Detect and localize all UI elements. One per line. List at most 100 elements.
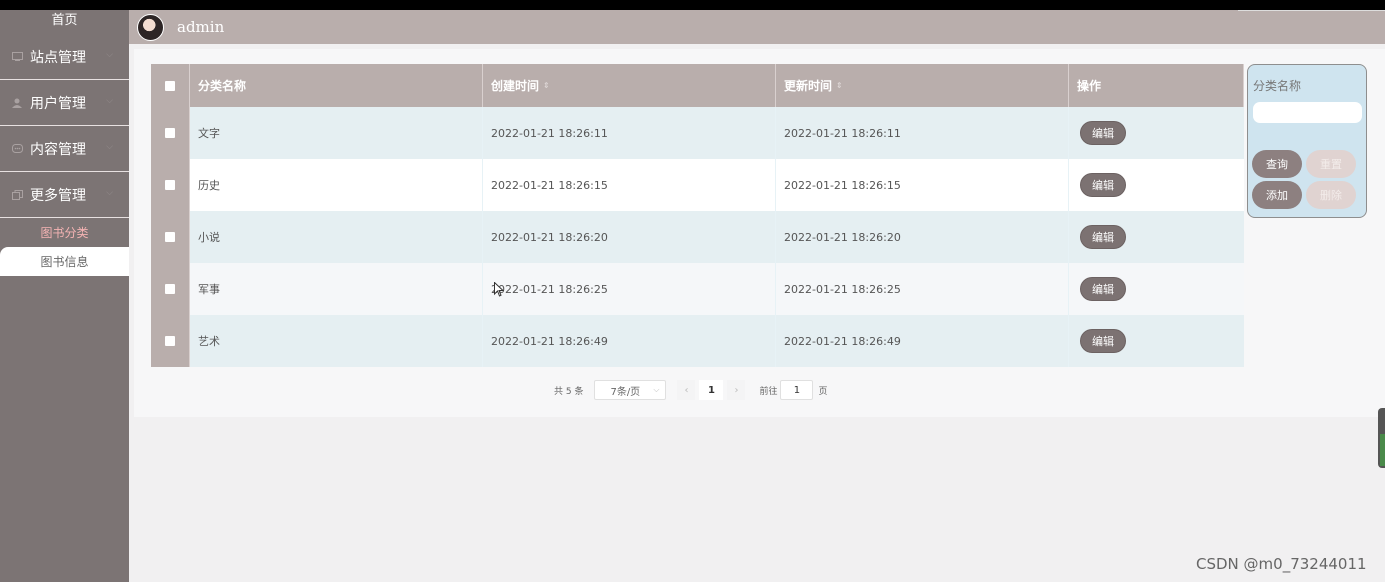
table-row: 艺术 2022-01-21 18:26:49 2022-01-21 18:26:… xyxy=(151,315,1244,367)
category-table: 分类名称 创建时间 ⇕ 更新时间 ⇕ 操作 文字 2022-01-21 18:26:… xyxy=(151,64,1244,367)
table-row: 小说 2022-01-21 18:26:20 2022-01-21 18:26:… xyxy=(151,211,1244,263)
sidebar-home[interactable]: 首页 xyxy=(0,10,129,34)
cell-name: 小说 xyxy=(190,211,483,263)
cell-name: 艺术 xyxy=(190,315,483,367)
cell-updated: 2022-01-21 18:26:11 xyxy=(776,107,1069,159)
delete-button[interactable]: 删除 xyxy=(1306,181,1356,209)
table-row: 历史 2022-01-21 18:26:15 2022-01-21 18:26:… xyxy=(151,159,1244,211)
edit-button[interactable]: 编辑 xyxy=(1080,329,1126,353)
cell-name: 军事 xyxy=(190,263,483,315)
reset-button[interactable]: 重置 xyxy=(1306,150,1356,178)
cell-created: 2022-01-21 18:26:25 xyxy=(483,263,776,315)
page-size-value: 7条/页 xyxy=(610,386,641,398)
chevron-down-icon: ⌵ xyxy=(106,50,113,60)
query-button[interactable]: 查询 xyxy=(1252,150,1302,178)
chevron-down-icon: ⌵ xyxy=(106,96,113,106)
main-content: 分类名称 创建时间 ⇕ 更新时间 ⇕ 操作 文字 2022-01-21 18:26:… xyxy=(134,49,1385,417)
avatar[interactable] xyxy=(137,13,164,41)
chevron-down-icon: ⌵ xyxy=(653,385,660,394)
row-checkbox-cell xyxy=(151,211,190,263)
top-header: admin xyxy=(129,10,1385,44)
cell-updated: 2022-01-21 18:26:25 xyxy=(776,263,1069,315)
cell-actions: 编辑 xyxy=(1069,211,1244,263)
cell-actions: 编辑 xyxy=(1069,263,1244,315)
sidebar-item-label: 更多管理 xyxy=(30,187,86,204)
next-page-button[interactable]: › xyxy=(727,380,746,400)
message-icon xyxy=(10,142,24,156)
sidebar-item-user-management[interactable]: 用户管理 ⌵ xyxy=(0,80,129,126)
column-header-updated[interactable]: 更新时间 ⇕ xyxy=(776,64,1069,107)
watermark: CSDN @m0_73244011 xyxy=(1196,555,1367,573)
user-icon xyxy=(10,96,24,110)
row-checkbox[interactable] xyxy=(165,232,175,242)
column-header-label: 操作 xyxy=(1077,79,1102,93)
divider xyxy=(1238,10,1385,11)
cell-name: 文字 xyxy=(190,107,483,159)
row-checkbox-cell xyxy=(151,315,190,367)
column-header-created[interactable]: 创建时间 ⇕ xyxy=(483,64,776,107)
row-checkbox[interactable] xyxy=(165,180,175,190)
mouse-cursor-icon xyxy=(494,281,505,301)
goto-page-input[interactable]: 1 xyxy=(780,380,814,400)
cell-created: 2022-01-21 18:26:15 xyxy=(483,159,776,211)
sidebar-subitem-book-info[interactable]: 图书信息 xyxy=(0,247,129,276)
goto-suffix: 页 xyxy=(818,386,828,397)
column-header-name: 分类名称 xyxy=(190,64,483,107)
sidebar-item-label: 站点管理 xyxy=(30,49,86,66)
sidebar-item-site-management[interactable]: 站点管理 ⌵ xyxy=(0,34,129,80)
pagination: 共 5 条 7条/页 ⌵ ‹ 1 › 前往 1 页 xyxy=(554,380,827,400)
table-row: 军事 2022-01-21 18:26:25 2022-01-21 18:26:… xyxy=(151,263,1244,315)
edit-button[interactable]: 编辑 xyxy=(1080,225,1126,249)
row-checkbox[interactable] xyxy=(165,284,175,294)
cell-actions: 编辑 xyxy=(1069,159,1244,211)
chevron-down-icon: ⌵ xyxy=(106,142,113,152)
sidebar: 首页 站点管理 ⌵ 用户管理 ⌵ 内容管理 ⌵ 更多管理 ⌵ 图书分类 图书信息 xyxy=(0,10,129,582)
cell-actions: 编辑 xyxy=(1069,107,1244,159)
edit-button[interactable]: 编辑 xyxy=(1080,277,1126,301)
row-checkbox-cell xyxy=(151,107,190,159)
username[interactable]: admin xyxy=(177,18,224,36)
monitor-icon xyxy=(10,50,24,64)
sidebar-item-more-management[interactable]: 更多管理 ⌵ xyxy=(0,172,129,218)
category-name-input[interactable] xyxy=(1253,102,1362,123)
table-header-row: 分类名称 创建时间 ⇕ 更新时间 ⇕ 操作 xyxy=(151,64,1244,107)
goto-label: 前往 xyxy=(759,386,778,397)
prev-page-button[interactable]: ‹ xyxy=(677,380,696,400)
cell-updated: 2022-01-21 18:26:15 xyxy=(776,159,1069,211)
search-label: 分类名称 xyxy=(1253,79,1302,93)
select-all-cell xyxy=(151,64,190,107)
page-size-select[interactable]: 7条/页 ⌵ xyxy=(594,380,667,400)
select-all-checkbox[interactable] xyxy=(165,80,175,91)
chevron-up-icon: ⌵ xyxy=(106,188,113,198)
row-checkbox[interactable] xyxy=(165,128,175,138)
sidebar-item-label: 用户管理 xyxy=(30,95,86,112)
current-page-number[interactable]: 1 xyxy=(699,380,724,400)
row-checkbox-cell xyxy=(151,159,190,211)
search-panel: 分类名称 查询 重置 添加 删除 xyxy=(1247,64,1367,218)
cell-actions: 编辑 xyxy=(1069,315,1244,367)
sort-icon[interactable]: ⇕ xyxy=(836,81,843,90)
window-top-bar xyxy=(0,0,1385,10)
pagination-total: 共 5 条 xyxy=(554,386,584,397)
cell-created: 2022-01-21 18:26:20 xyxy=(483,211,776,263)
edit-button[interactable]: 编辑 xyxy=(1080,173,1126,197)
sort-icon[interactable]: ⇕ xyxy=(543,81,550,90)
copy-icon xyxy=(10,188,24,202)
cell-created: 2022-01-21 18:26:49 xyxy=(483,315,776,367)
cell-updated: 2022-01-21 18:26:20 xyxy=(776,211,1069,263)
row-checkbox-cell xyxy=(151,263,190,315)
table-row: 文字 2022-01-21 18:26:11 2022-01-21 18:26:… xyxy=(151,107,1244,159)
scrollbar[interactable] xyxy=(1378,408,1385,468)
column-header-label: 创建时间 xyxy=(491,79,540,93)
sidebar-item-content-management[interactable]: 内容管理 ⌵ xyxy=(0,126,129,172)
column-header-label: 分类名称 xyxy=(198,79,247,93)
column-header-label: 更新时间 xyxy=(784,79,833,93)
cell-updated: 2022-01-21 18:26:49 xyxy=(776,315,1069,367)
sidebar-item-label: 内容管理 xyxy=(30,141,86,158)
sidebar-subitem-book-category[interactable]: 图书分类 xyxy=(0,218,129,247)
edit-button[interactable]: 编辑 xyxy=(1080,121,1126,145)
row-checkbox[interactable] xyxy=(165,336,175,346)
add-button[interactable]: 添加 xyxy=(1252,181,1302,209)
column-header-actions: 操作 xyxy=(1069,64,1244,107)
cell-created: 2022-01-21 18:26:11 xyxy=(483,107,776,159)
